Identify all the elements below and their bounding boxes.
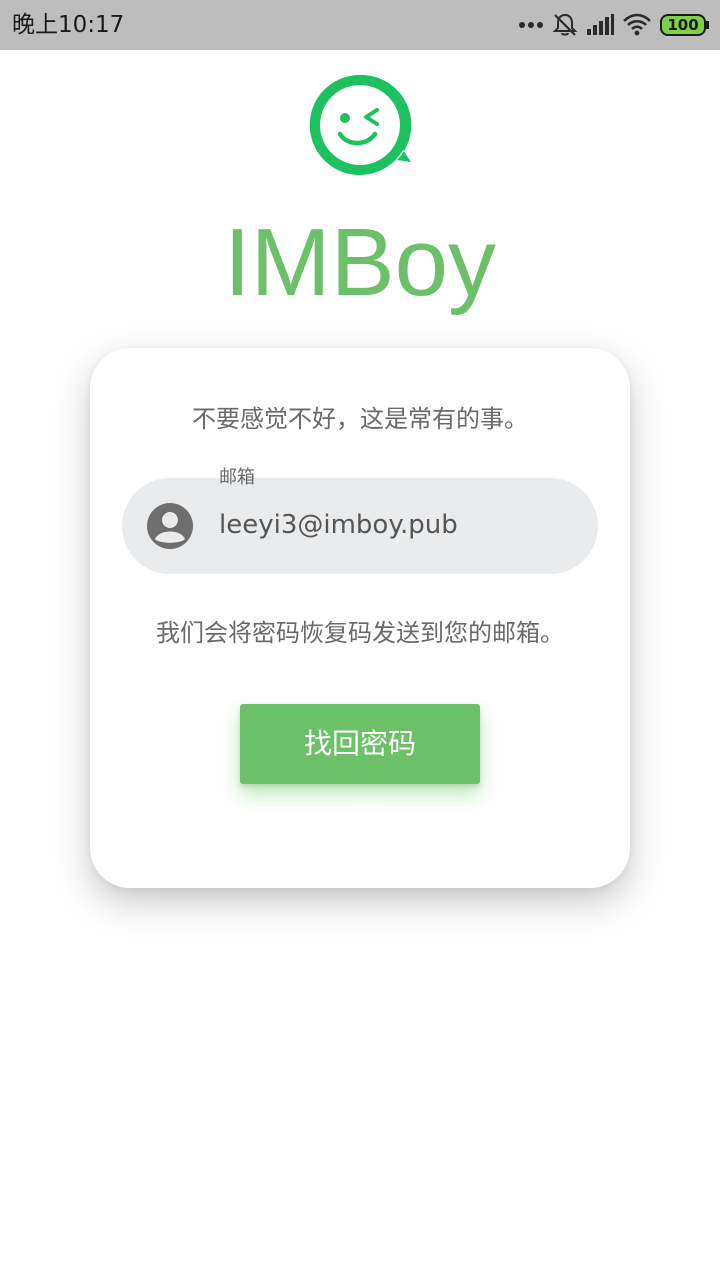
signal-icon xyxy=(586,14,614,36)
email-field-label: 邮箱 xyxy=(219,467,255,488)
recover-password-button[interactable]: 找回密码 xyxy=(240,704,480,784)
wink-smile-logo-icon xyxy=(305,70,415,180)
back-link[interactable]: 返回 xyxy=(90,800,630,834)
status-bar: 晚上10:17 100 xyxy=(0,0,720,50)
email-field[interactable]: leeyi3@imboy.pub xyxy=(122,478,598,574)
battery-level: 100 xyxy=(667,16,699,34)
wifi-icon xyxy=(622,13,652,37)
recover-password-card: 不要感觉不好，这是常有的事。 leeyi3@imboy.pub 邮箱 我们会将密… xyxy=(90,348,630,888)
battery-icon: 100 xyxy=(660,13,710,37)
status-time: 晚上10:17 xyxy=(12,12,125,38)
user-avatar-icon xyxy=(146,502,194,550)
silent-bell-icon xyxy=(552,12,578,38)
more-dots-icon xyxy=(518,21,544,29)
card-note-text: 我们会将密码恢复码发送到您的邮箱。 xyxy=(156,619,564,647)
email-input-value[interactable]: leeyi3@imboy.pub xyxy=(219,508,458,542)
app-name: IMBoy xyxy=(223,209,497,316)
status-icons: 100 xyxy=(518,12,710,38)
card-tip-text: 不要感觉不好，这是常有的事。 xyxy=(192,405,528,433)
